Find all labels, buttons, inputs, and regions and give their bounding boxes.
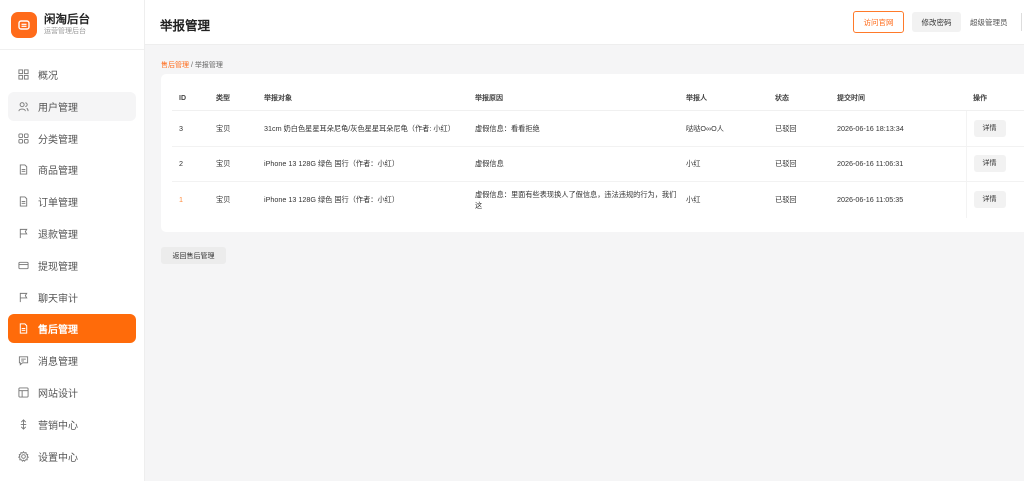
column-header-reporter: 举报人	[679, 87, 768, 111]
sidebar-item-categories[interactable]: 分类管理	[8, 124, 136, 153]
sidebar-item-label: 用户管理	[38, 102, 78, 114]
cell-time: 2026-06-16 18:13:34	[830, 110, 966, 147]
document-icon	[18, 196, 29, 207]
header-divider	[1021, 13, 1022, 31]
column-header-status: 状态	[768, 87, 830, 111]
cell-status: 已驳回	[768, 110, 830, 147]
sidebar-item-label: 概况	[38, 71, 58, 82]
page-title: 举报管理	[160, 19, 211, 33]
brand-title: 闲淘后台	[44, 13, 90, 26]
detail-button[interactable]: 详情	[973, 155, 1006, 172]
cell-type: 宝贝	[209, 110, 257, 147]
sidebar-item-label: 提现管理	[38, 261, 78, 273]
cell-reporter: 哒哒O∞O人	[679, 110, 768, 147]
change-password-button[interactable]: 修改密码	[912, 12, 961, 32]
document-icon	[18, 164, 29, 175]
cell-type: 宝贝	[216, 195, 231, 205]
cell-type: 宝贝	[209, 146, 257, 182]
sidebar-item-refunds[interactable]: 退款管理	[8, 219, 136, 248]
breadcrumb-parent-link[interactable]: 售后管理	[161, 62, 189, 69]
cell-id: 1	[179, 195, 183, 205]
sidebar-item-label: 订单管理	[38, 198, 78, 210]
cell-actions: 详情	[965, 146, 1024, 182]
top-header: 举报管理 访问官网 修改密码 超级管理员	[145, 0, 1024, 45]
brand-subtitle: 运营管理后台	[44, 27, 86, 35]
column-header-reason: 举报原因	[468, 87, 679, 111]
cell-actions: 详情	[965, 181, 1024, 218]
table-row: 3 宝贝 31cm 奶白色星星耳朵尼龟/灰色星星耳朵尼龟（作者: 小红） 虚假信…	[172, 110, 1024, 147]
cell-target: iPhone 13 128G 绿色 国行（作者：小红）	[264, 195, 400, 205]
cell-time: 2026-06-16 11:06:31	[830, 146, 966, 182]
cell-id: 2	[172, 146, 209, 182]
sidebar-item-label: 商品管理	[38, 166, 78, 178]
sidebar-item-after-sales[interactable]: 售后管理	[8, 314, 136, 344]
cell-reporter: 小红	[686, 195, 701, 205]
column-header-id: ID	[172, 87, 209, 111]
sidebar-item-chat-audit[interactable]: 聊天审计	[8, 283, 136, 312]
sidebar-item-users[interactable]: 用户管理	[8, 91, 136, 121]
flag-icon	[18, 292, 29, 303]
sidebar-item-label: 消息管理	[38, 357, 78, 369]
sidebar-item-settings[interactable]: 设置中心	[8, 442, 136, 471]
sidebar-item-label: 售后管理	[38, 325, 78, 337]
cell-reason: 虚假信息：里面有些表现换人了假信息，违法违规的行为，我们这	[475, 189, 677, 210]
sidebar-item-messages[interactable]: 消息管理	[8, 346, 136, 375]
cell-reason: 虚假信息：看看拒绝	[468, 110, 679, 147]
grid-icon	[18, 69, 29, 80]
admin-label[interactable]: 超级管理员	[970, 17, 1008, 28]
cell-reason: 虚假信息	[468, 146, 679, 182]
sidebar-item-label: 设置中心	[38, 452, 78, 464]
sidebar-item-label: 分类管理	[38, 134, 78, 146]
gear-icon	[18, 450, 29, 462]
sidebar-item-label: 营销中心	[38, 420, 78, 432]
breadcrumb: 售后管理 / 举报管理	[161, 60, 223, 70]
logo-icon	[11, 11, 37, 38]
message-icon	[18, 355, 29, 366]
cell-target: iPhone 13 128G 绿色 国行（作者：小红）	[257, 146, 468, 182]
breadcrumb-separator: /	[190, 62, 193, 69]
table-header-row: ID 类型 举报对象 举报原因 举报人 状态 提交时间 操作	[172, 87, 1024, 111]
flag-icon	[18, 228, 29, 239]
table-row: 2 宝贝 iPhone 13 128G 绿色 国行（作者：小红） 虚假信息 小红…	[172, 146, 1024, 182]
sidebar: 闲淘后台 运营管理后台 概况 用户管理 分类管理 商品管理 订单管理 退款管理	[0, 0, 145, 481]
sidebar-item-withdrawals[interactable]: 提现管理	[8, 251, 136, 280]
cell-target: 31cm 奶白色星星耳朵尼龟/灰色星星耳朵尼龟（作者: 小红）	[257, 110, 468, 147]
visit-site-button[interactable]: 访问官网	[853, 11, 904, 33]
sidebar-item-label: 聊天审计	[38, 293, 78, 305]
cell-time: 2026-06-16 11:05:35	[837, 195, 904, 205]
table-row: 1 宝贝 iPhone 13 128G 绿色 国行（作者：小红） 虚假信息：里面…	[172, 181, 1024, 218]
sidebar-item-marketing[interactable]: 营销中心	[8, 410, 136, 439]
sidebar-item-overview[interactable]: 概况	[8, 60, 136, 89]
column-header-type: 类型	[209, 87, 257, 111]
sidebar-item-products[interactable]: 商品管理	[8, 155, 136, 184]
breadcrumb-current: 举报管理	[194, 62, 223, 69]
column-header-time: 提交时间	[830, 87, 966, 111]
reports-card: ID 类型 举报对象 举报原因 举报人 状态 提交时间 操作 3 宝贝 31cm…	[161, 74, 1024, 232]
sidebar-item-label: 退款管理	[38, 229, 78, 241]
layout-icon	[18, 387, 29, 398]
column-header-actions: 操作	[966, 87, 1024, 111]
detail-button[interactable]: 详情	[973, 119, 1006, 137]
detail-button[interactable]: 详情	[973, 191, 1006, 209]
cell-reporter: 小红	[679, 146, 768, 182]
back-to-after-sales-button[interactable]: 返回售后管理	[161, 247, 226, 264]
sidebar-item-label: 网站设计	[38, 388, 78, 400]
category-icon	[18, 133, 29, 144]
card-icon	[18, 260, 29, 271]
sidebar-item-site-design[interactable]: 网站设计	[8, 378, 136, 407]
cell-id: 3	[172, 110, 209, 147]
brand[interactable]: 闲淘后台 运营管理后台	[0, 0, 144, 50]
reports-table: ID 类型 举报对象 举报原因 举报人 状态 提交时间 操作 3 宝贝 31cm…	[172, 87, 1024, 218]
cell-status: 已驳回	[775, 195, 797, 205]
cell-status: 已驳回	[768, 146, 830, 182]
cell-actions: 详情	[965, 110, 1024, 147]
users-icon	[18, 101, 29, 112]
document-icon	[18, 323, 29, 334]
sidebar-item-orders[interactable]: 订单管理	[8, 187, 136, 216]
marketing-icon	[18, 419, 29, 430]
sidebar-nav: 概况 用户管理 分类管理 商品管理 订单管理 退款管理 提现管理 聊天审计 售后…	[0, 50, 144, 471]
column-header-target: 举报对象	[257, 87, 468, 111]
